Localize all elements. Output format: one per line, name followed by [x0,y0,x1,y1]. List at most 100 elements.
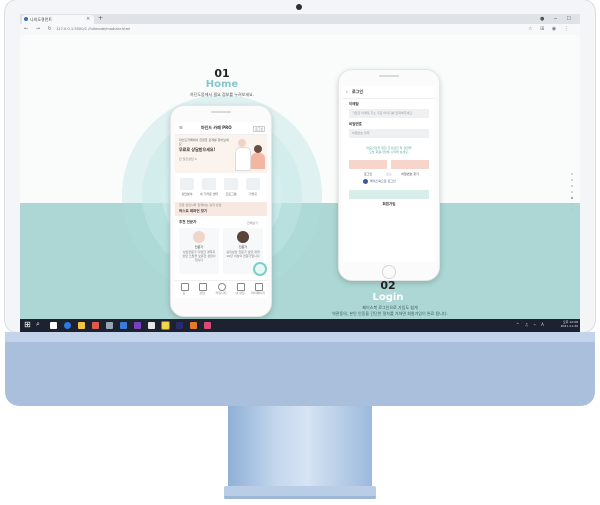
page-dot[interactable] [571,185,573,187]
app-icon[interactable] [204,322,211,329]
favicon-icon [24,17,28,21]
expert-desc: 상담전문가 다양한 경력과 상담 스킬을 보유한 상담사입니다 [182,250,216,262]
expert-card[interactable]: 전문가 상담전문가 다양한 경력과 상담 스킬을 보유한 상담사입니다 [179,228,219,274]
find-password-button[interactable]: 비밀번호 찾기 [391,160,429,176]
banner-subtext: 전 월간상담 4 [179,157,197,161]
web-page: 01 Home 하단도움에서 필요 정보를 누려보세요. ☰ 마인드 카페 PR… [20,35,580,319]
category-label: 내 가까운 센터 [199,192,219,196]
counsel-icon[interactable] [199,283,207,291]
page-dot[interactable] [571,203,573,205]
start-button-icon[interactable]: ⊞ [24,320,31,329]
notice-line: 오늘 회원가입해 시작해 보세요. [369,150,409,154]
experts-more-link[interactable]: 전체보기 [247,221,258,225]
login-badge[interactable]: 로그인 [253,126,266,132]
signup-button[interactable]: 회원가입 [349,190,429,206]
photoshop-icon[interactable] [176,322,183,329]
category-icon-center[interactable] [202,178,216,190]
home-phone-mockup: ☰ 마인드 카페 PRO 로그인 마인드카페에서 진정한 관계를 찾아보세요 무… [170,105,272,317]
category-icon-place[interactable] [246,178,260,190]
or-divider: 또는 [386,172,392,176]
doctor-illustration [235,139,251,171]
email-placeholder: 가입한 이메일 주소 혹은 아이디를 입력해주세요 [352,111,412,115]
nav-label: 마이페이지 [251,291,265,295]
category-label: 프로그램 [225,192,237,196]
phone-speaker [379,75,399,77]
new-tab-button[interactable]: + [98,14,103,23]
category-label: 가볼곳 [248,192,258,196]
back-arrow-icon[interactable]: ‹ [346,89,348,94]
search-icon[interactable]: ⌕ [36,320,40,329]
nav-label: 상담 [199,291,205,295]
patient-illustration [251,145,265,169]
signup-button-label: 회원가입 [382,202,396,206]
taskbar: ⊞ ⌕ ^ ♫ ⌁ A 오후 12:08 2021-11-30 [20,319,580,332]
category-icon-program[interactable] [224,178,238,190]
experts-title: 추천 전문가 [179,220,197,224]
password-field[interactable]: 비밀번호 입력 [349,129,429,138]
imac-chin-edge [5,332,595,342]
expert-desc: 심리상담 전문가 상담 경력 10년 이상의 전문가입니다 [226,250,260,258]
kakaotalk-icon[interactable] [162,322,169,329]
app-header: ☰ 마인드 카페 PRO 로그인 [175,122,267,135]
phone-speaker [211,111,231,113]
app-icon[interactable] [106,322,113,329]
expert-name: 전문가 [238,245,248,249]
home-button-icon [382,265,396,279]
app-title: 마인드 카페 PRO [201,125,232,130]
menu-icon[interactable]: ☰ [179,125,183,130]
task-view-icon[interactable] [50,322,57,329]
page-dot[interactable] [571,173,573,175]
section-title-home: Home [205,79,239,90]
nav-label: 홈 [182,291,186,295]
url-input[interactable]: 127.0.0.1:5500/1 /fullmode/modular.html [56,26,130,33]
nav-buttons[interactable]: ← → ↻ [24,25,55,34]
tab-title: 나의도큐먼트 [30,17,53,22]
mypage-icon[interactable] [255,283,263,291]
chrome-icon[interactable] [64,322,71,329]
page-dot-active[interactable] [571,197,573,199]
clock[interactable]: 오후 12:08 2021-11-30 [540,320,578,328]
page-dot[interactable] [571,191,573,193]
hero-banner[interactable]: 마인드카페에서 진정한 관계를 찾아보세요 무료로 상담받으세요! 전 월간상담… [175,135,267,173]
browser-tab[interactable]: 나의도큐먼트 × [22,15,94,24]
clock-date: 2021-11-30 [560,324,578,328]
community-icon[interactable] [218,283,226,291]
email-field[interactable]: 가입한 이메일 주소 혹은 아이디를 입력해주세요 [349,109,429,118]
login-phone-mockup: ‹ 로그인 이메일 가입한 이메일 주소 혹은 아이디를 입력해주세요 비밀번호… [338,69,440,281]
illustrator-icon[interactable] [190,322,197,329]
page-dot[interactable] [571,209,573,211]
vscode-icon[interactable] [120,322,127,329]
avatar [237,231,249,243]
tab-close-icon[interactable]: × [86,15,90,24]
login-title: 로그인 [352,89,364,94]
section-number-login: 02 [380,279,396,292]
facebook-icon [363,179,368,184]
imac-stand-base-edge [224,496,376,499]
category-icon-counsel[interactable] [180,178,194,190]
page-dot[interactable] [571,179,573,181]
home-icon[interactable] [181,283,189,291]
section-desc-home: 하단도움에서 필요 정보를 누려보세요. [190,92,254,97]
facebook-login-link[interactable]: 페이스북으로 로그인 [363,178,415,186]
page-indicator [571,173,574,215]
login-button[interactable]: 로그인 [349,160,387,176]
app-icon[interactable] [92,322,99,329]
email-label: 이메일 [349,102,359,106]
app-icon[interactable] [134,322,141,329]
promo-title: 박스로 레퍼런 찾기 [179,209,208,213]
banner-caption: 마인드카페에서 진정한 관계를 찾아보세요 [179,138,229,146]
expert-name: 전문가 [194,245,204,249]
password-placeholder: 비밀번호 입력 [352,131,370,135]
banner-headline: 무료로 상담받으세요! [179,147,216,152]
folder-icon[interactable] [78,322,85,329]
login-header: ‹ 로그인 [343,86,435,99]
section-desc-login-2: 약관동의, 본인 인증을 간단한 절차를 거쳐면 회원가입이 완료 됩니다. [332,311,448,316]
promo-banner[interactable]: 전문 상담사와 함께하는 심리 상담 박스로 레퍼런 찾기 [175,202,267,216]
home-phone-screen: ☰ 마인드 카페 PRO 로그인 마인드카페에서 진정한 관계를 찾아보세요 무… [175,122,267,298]
imac-screen: 나의도큐먼트 × + ● ─ ☐ ✕ ← → ↻ 127.0.0.1:5500/… [20,14,580,332]
avatar [193,231,205,243]
browser-extension-icons[interactable]: ☆ ⊞ ◉ ⋮ [528,25,572,34]
app-icon[interactable] [148,322,155,329]
my-counsel-icon[interactable] [237,283,245,291]
login-phone-screen: ‹ 로그인 이메일 가입한 이메일 주소 혹은 아이디를 입력해주세요 비밀번호… [343,86,435,262]
